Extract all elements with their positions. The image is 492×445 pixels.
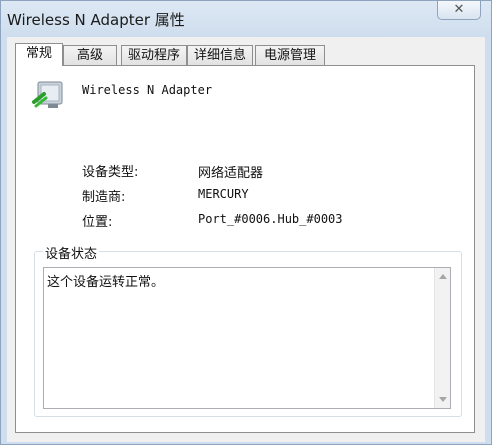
dialog-body: 常规 高级 驱动程序 详细信息 电源管理 Wireless N Adapter … bbox=[7, 37, 485, 442]
tab-details[interactable]: 详细信息 bbox=[187, 45, 253, 65]
device-name: Wireless N Adapter bbox=[82, 83, 213, 97]
status-scrollbar[interactable] bbox=[434, 268, 450, 408]
device-type-value: 网络适配器 bbox=[198, 166, 264, 181]
tab-power-management[interactable]: 电源管理 bbox=[255, 45, 325, 69]
scroll-down-icon[interactable] bbox=[439, 397, 447, 402]
general-panel: Wireless N Adapter 设备类型: 网络适配器 制造商: MERC… bbox=[15, 65, 475, 433]
scroll-up-icon[interactable] bbox=[439, 274, 447, 279]
properties-window: Wireless N Adapter 属性 ✕ 常规 高级 驱动程序 详细信息 … bbox=[0, 0, 492, 445]
device-type-label: 设备类型: bbox=[82, 165, 139, 180]
device-status-text: 这个设备运转正常。 bbox=[47, 275, 165, 290]
location-label: 位置: bbox=[82, 215, 113, 230]
location-value: Port_#0006.Hub_#0003 bbox=[198, 212, 343, 226]
tab-general[interactable]: 常规 bbox=[15, 43, 63, 66]
manufacturer-label: 制造商: bbox=[82, 190, 126, 205]
manufacturer-value: MERCURY bbox=[198, 187, 249, 201]
window-title: Wireless N Adapter 属性 bbox=[7, 11, 185, 29]
device-status-group: 设备状态 这个设备运转正常。 bbox=[34, 243, 462, 417]
tab-advanced[interactable]: 高级 bbox=[63, 45, 117, 65]
device-status-title: 设备状态 bbox=[43, 243, 100, 262]
device-status-textbox[interactable]: 这个设备运转正常。 bbox=[43, 267, 451, 409]
tab-power-management-label: 电源管理 bbox=[263, 48, 316, 63]
close-button[interactable]: ✕ bbox=[437, 1, 481, 20]
tab-driver[interactable]: 驱动程序 bbox=[121, 45, 187, 65]
network-adapter-icon bbox=[32, 81, 63, 108]
